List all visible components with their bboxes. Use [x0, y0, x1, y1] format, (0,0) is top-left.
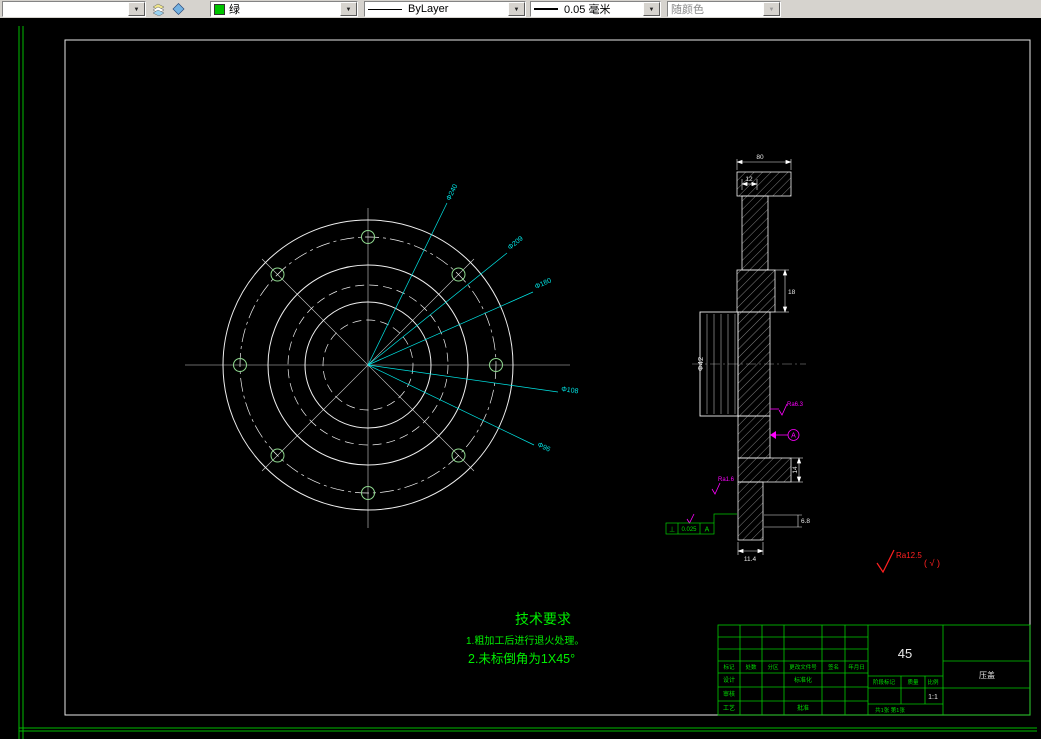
titleblock-label: 签名: [828, 663, 839, 671]
linetype-dropdown[interactable]: ByLayer ▼: [364, 1, 526, 17]
gdt-symbol: ⊥: [669, 527, 675, 534]
surface-finish-note: Ra12.5 ( √ ): [876, 549, 940, 574]
lineweight-dropdown-value: 0.05 毫米: [564, 4, 611, 16]
titleblock-label: 年月日: [848, 663, 865, 671]
titleblock-label: 处数: [745, 663, 757, 671]
titleblock-label: 设计: [723, 676, 735, 684]
chevron-down-icon[interactable]: ▼: [643, 2, 660, 16]
scale-value: 1:1: [928, 694, 938, 701]
mass-label: 质量: [907, 678, 919, 686]
model-space-canvas[interactable]: Φ240 Φ209 Φ180 Φ108 Φ96 80 12 18 Φ42 14 …: [0, 18, 1041, 739]
titleblock-label: 标准化: [794, 676, 812, 684]
layer-current-icon: [172, 3, 184, 15]
gdt-value: 0.025: [681, 527, 697, 533]
chevron-down-icon[interactable]: ▼: [128, 2, 145, 16]
gdt-datum: A: [705, 527, 710, 534]
part-name: 压盖: [979, 670, 995, 680]
layers-icon: [151, 3, 165, 16]
technical-requirements: 技术要求 1.粗加工后进行退火处理。 2.未标倒角为1X45°: [466, 611, 584, 666]
dim-label: Φ108: [561, 386, 579, 395]
dim-label: Φ240: [446, 183, 460, 202]
drawing-svg[interactable]: Φ240 Φ209 Φ180 Φ108 Φ96 80 12 18 Φ42 14 …: [0, 18, 1041, 739]
properties-toolbar: ▼ 绿 ▼ ByLayer ▼ 0.05 毫米 ▼ 随颜色 ▼: [0, 0, 1041, 19]
chevron-down-icon[interactable]: ▼: [508, 2, 525, 16]
dim-label: Φ96: [536, 442, 551, 454]
titleblock-label: 工艺: [723, 704, 735, 712]
tech-req-title: 技术要求: [515, 611, 571, 627]
color-dropdown[interactable]: 绿 ▼: [210, 1, 358, 17]
cad-application-window: { "toolbar": { "layer_value": "", "color…: [0, 0, 1041, 739]
dim-label: 6.8: [801, 518, 810, 525]
titleblock-label: 分区: [767, 663, 779, 671]
stage-label: 阶段标记: [873, 678, 896, 686]
section-hatched-body: [736, 171, 792, 541]
dim-label: 18: [788, 289, 796, 296]
lineweight-preview: [534, 8, 558, 10]
material-value: 45: [898, 646, 912, 661]
roughness-check-icon: [876, 549, 895, 574]
title-block: 标记 处数 分区 更改文件号 签名 年月日 设计 标准化 审核 工艺 批准 阶段…: [717, 624, 1031, 716]
dim-label: Φ180: [534, 277, 553, 290]
scale-label: 比例: [927, 678, 939, 686]
datum-label: A: [791, 433, 796, 440]
dim-label: 11.4: [744, 556, 757, 563]
linetype-dropdown-value: ByLayer: [408, 3, 449, 15]
dim-label: Φ42: [696, 357, 705, 371]
roughness-label: Ra1.6: [718, 477, 735, 483]
titleblock-label: 更改文件号: [789, 663, 817, 671]
make-layer-current-button[interactable]: [168, 0, 188, 18]
chevron-down-icon[interactable]: ▼: [340, 2, 357, 16]
roughness-label: Ra6.3: [787, 402, 804, 408]
layer-properties-button[interactable]: [148, 0, 168, 18]
surface-note-value: Ra12.5: [896, 551, 922, 560]
plotstyle-dropdown-value: 随颜色: [671, 4, 704, 16]
plotstyle-dropdown: 随颜色 ▼: [667, 1, 781, 17]
color-dropdown-value: 绿: [229, 4, 240, 16]
dim-label: 14: [792, 466, 799, 474]
front-view: Φ240 Φ209 Φ180 Φ108 Φ96: [185, 183, 579, 528]
linetype-preview: [368, 8, 402, 10]
titleblock-label: 标记: [723, 663, 735, 671]
titleblock-label: 批准: [797, 704, 809, 712]
sheet-info: 共1张 第1张: [875, 706, 905, 714]
diameter-leaders: [367, 202, 559, 446]
tech-req-item: 1.粗加工后进行退火处理。: [466, 634, 584, 647]
paper-edge-lines: [18, 26, 1037, 739]
gdt-frame: ⊥ 0.025 A: [665, 513, 737, 535]
dim-label: 12: [745, 176, 753, 183]
lineweight-dropdown[interactable]: 0.05 毫米 ▼: [530, 1, 661, 17]
surface-note-suffix: ( √ ): [924, 558, 940, 568]
color-swatch: [214, 3, 225, 15]
chevron-down-icon: ▼: [763, 2, 780, 16]
dim-label: Φ209: [507, 235, 525, 251]
layer-dropdown[interactable]: ▼: [2, 1, 146, 17]
tech-req-item: 2.未标倒角为1X45°: [468, 652, 575, 666]
section-view: 80 12 18 Φ42 14 6.8 11.4 Ra6.3 Ra1.6 A ⊥…: [665, 154, 810, 563]
titleblock-label: 审核: [723, 690, 735, 698]
dim-label: 80: [756, 154, 764, 161]
